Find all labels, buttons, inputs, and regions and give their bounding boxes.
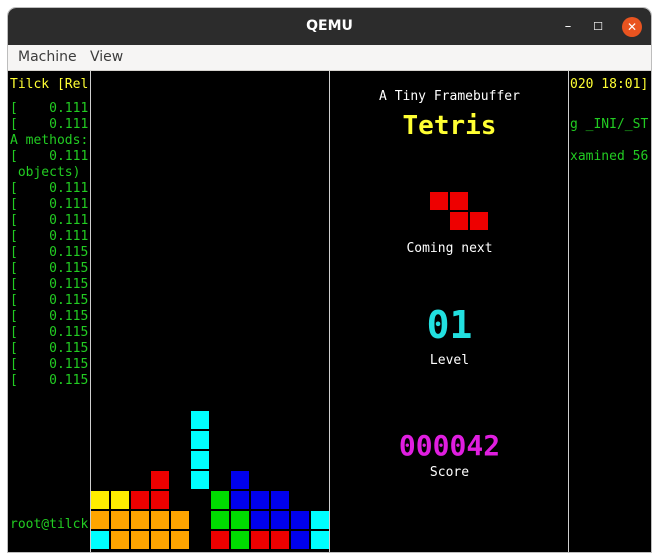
- board-block: [131, 531, 149, 549]
- board-block: [271, 531, 289, 549]
- board-block: [111, 491, 129, 509]
- window-title: QEMU: [306, 18, 353, 34]
- game-subtitle: A Tiny Framebuffer: [379, 89, 520, 104]
- terminal-line: [ 0.111: [10, 101, 89, 116]
- tetris-board: [90, 71, 330, 552]
- board-block: [151, 471, 169, 489]
- terminal-line: [ 0.115: [10, 245, 89, 260]
- board-block: [191, 451, 209, 469]
- board-block: [231, 531, 249, 549]
- next-piece-block: [430, 192, 448, 210]
- board-block: [251, 511, 269, 529]
- terminal-right-line: xamined 56: [570, 149, 649, 164]
- board-block: [131, 511, 149, 529]
- board-block: [311, 511, 329, 529]
- terminal-line: [ 0.111: [10, 197, 89, 212]
- close-icon: ✕: [626, 20, 638, 34]
- next-piece-preview: [430, 192, 490, 232]
- board-block: [91, 531, 109, 549]
- board-block: [211, 531, 229, 549]
- menu-machine[interactable]: Machine: [18, 45, 77, 70]
- board-block: [291, 511, 309, 529]
- score-label: Score: [429, 465, 470, 480]
- board-block: [211, 491, 229, 509]
- terminal-line: [ 0.115: [10, 261, 89, 276]
- terminal-line: [ 0.115: [10, 325, 89, 340]
- minimize-button[interactable]: –: [558, 17, 578, 37]
- terminal-line: A methods:: [10, 133, 89, 148]
- minimize-icon: –: [564, 19, 572, 34]
- board-block: [271, 511, 289, 529]
- terminal-line: [ 0.115: [10, 373, 89, 388]
- board-block: [151, 531, 169, 549]
- terminal-right-line: g _INI/_ST: [570, 117, 649, 132]
- board-block: [231, 511, 249, 529]
- terminal-line: [ 0.111: [10, 229, 89, 244]
- board-block: [171, 511, 189, 529]
- board-block: [291, 531, 309, 549]
- board-block: [111, 531, 129, 549]
- menu-view[interactable]: View: [90, 45, 123, 70]
- board-block: [231, 471, 249, 489]
- vm-screen[interactable]: Tilck [Rel [ 0.111[ 0.111 A methods:[ 0.1…: [8, 71, 651, 552]
- maximize-button[interactable]: ☐: [588, 17, 608, 37]
- board-block: [211, 511, 229, 529]
- board-block: [171, 531, 189, 549]
- board-block: [151, 511, 169, 529]
- terminal-line: [ 0.115: [10, 309, 89, 324]
- qemu-window: QEMU – ☐ ✕ Machine View Tilck [Rel [ 0.1…: [8, 8, 651, 552]
- board-block: [111, 511, 129, 529]
- board-block: [151, 491, 169, 509]
- terminal-line: [ 0.111: [10, 117, 89, 132]
- title-bar[interactable]: QEMU – ☐ ✕: [8, 8, 651, 45]
- terminal-line: [ 0.111: [10, 149, 89, 164]
- level-label: Level: [429, 353, 470, 368]
- tetris-info-panel: A Tiny Framebuffer Tetris Coming next 01…: [330, 71, 569, 552]
- board-block: [91, 491, 109, 509]
- board-block: [91, 511, 109, 529]
- terminal-header-right: 020 18:01]: [570, 77, 649, 92]
- board-block: [251, 491, 269, 509]
- board-block: [191, 431, 209, 449]
- terminal-prompt: root@tilck: [10, 517, 89, 532]
- terminal-line: [ 0.111: [10, 181, 89, 196]
- terminal-line: [ 0.115: [10, 341, 89, 356]
- score-value: 000042: [398, 429, 501, 462]
- maximize-icon: ☐: [593, 20, 603, 33]
- board-block: [271, 491, 289, 509]
- board-block: [191, 471, 209, 489]
- board-block: [131, 491, 149, 509]
- terminal-line: [ 0.115: [10, 293, 89, 308]
- terminal-line: objects): [10, 165, 81, 180]
- board-block: [311, 531, 329, 549]
- next-piece-block: [450, 192, 468, 210]
- terminal-line: [ 0.115: [10, 357, 89, 372]
- menu-bar: Machine View: [8, 45, 651, 71]
- terminal-header: Tilck [Rel: [10, 77, 89, 92]
- terminal-line: [ 0.111: [10, 213, 89, 228]
- next-label: Coming next: [406, 241, 493, 256]
- level-value: 01: [426, 303, 473, 347]
- board-block: [231, 491, 249, 509]
- terminal-line: [ 0.115: [10, 277, 89, 292]
- board-block: [191, 411, 209, 429]
- game-title: Tetris: [402, 111, 497, 141]
- board-block: [251, 531, 269, 549]
- close-button[interactable]: ✕: [622, 17, 642, 37]
- next-piece-block: [450, 212, 468, 230]
- next-piece-block: [470, 212, 488, 230]
